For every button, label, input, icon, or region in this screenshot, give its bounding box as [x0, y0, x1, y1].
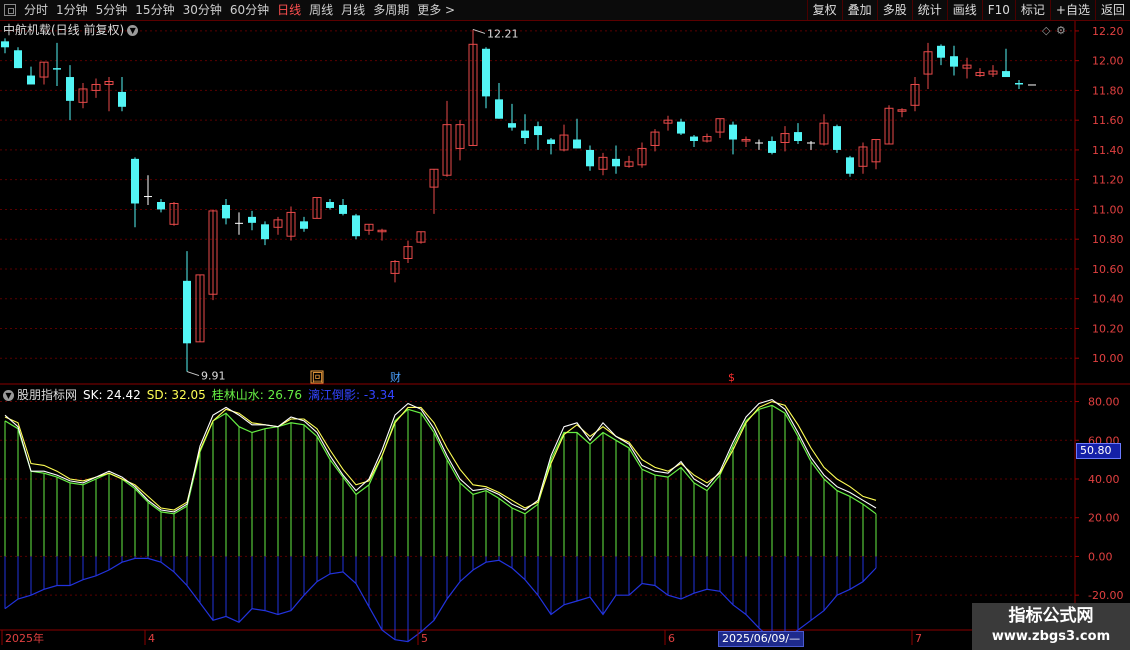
candle-body-down: [339, 204, 347, 214]
price-tick-label: 10.00: [1092, 352, 1124, 365]
price-tick-label: 11.40: [1092, 144, 1124, 157]
candle-body-down: [326, 202, 334, 208]
candle-body-down: [495, 99, 503, 119]
crosshair-date-badge: 2025/06/09/—: [718, 631, 805, 647]
low-label: 9.91: [201, 370, 226, 383]
guilin-line: [4, 404, 877, 515]
indicator-tick-label: -20.00: [1088, 589, 1123, 602]
indicator-tick-label: 80.00: [1088, 396, 1120, 409]
candle-body-down: [534, 126, 542, 136]
candle-body-down: [1028, 84, 1036, 86]
candle-body-down: [222, 204, 230, 219]
candle-body-down: [586, 149, 594, 167]
price-tick-label: 10.60: [1092, 263, 1124, 276]
diamond-icon: ◇: [1042, 24, 1051, 37]
candle-body-down: [14, 50, 22, 69]
event-marker: 财: [390, 370, 401, 384]
price-tick-label: 11.00: [1092, 203, 1124, 216]
candle-body-down: [157, 202, 165, 210]
sd-level-badge: 50.80: [1076, 443, 1121, 459]
candle-body-down: [183, 280, 191, 344]
candle-body-down: [53, 68, 61, 70]
lijiang-value: 漓江倒影: -3.34: [308, 388, 395, 402]
chart-canvas[interactable]: 12.20 12.00 11.80 11.60 11.40 11.20 11.00 10.80…: [0, 0, 1130, 650]
event-marker: $: [728, 371, 735, 384]
event-marker: 回: [312, 371, 323, 384]
candle-body-down: [794, 132, 802, 142]
candle-body-down: [690, 136, 698, 142]
candle-body-down: [508, 123, 516, 128]
watermark: 指标公式网 www.zbgs3.com: [972, 603, 1130, 650]
candle-body-down: [248, 216, 256, 223]
candle-body-down: [352, 215, 360, 237]
candle-body-down: [144, 196, 152, 198]
settings-icon: ⚙: [1056, 24, 1066, 37]
indicator-name: 股朋指标网: [17, 388, 78, 402]
sd-value: SD: 32.05: [146, 388, 206, 402]
chevron-down-icon[interactable]: ▼: [127, 25, 139, 36]
candle-body-down: [1, 41, 9, 48]
watermark-title: 指标公式网: [1008, 606, 1094, 626]
time-label: 7: [915, 632, 922, 645]
candle-body-down: [950, 56, 958, 67]
high-label: 12.21: [487, 27, 519, 40]
candle-body-down: [521, 130, 529, 139]
indicator-tick-label: 20.00: [1088, 512, 1120, 525]
chart-title[interactable]: 中航机载(日线 前复权) ▼: [3, 21, 139, 38]
price-tick-label: 11.80: [1092, 84, 1124, 97]
time-label: 5: [421, 632, 428, 645]
candle-body-down: [1002, 71, 1010, 78]
low-pointer: [186, 371, 200, 377]
lijiang-line: [4, 557, 877, 643]
candle-body-down: [482, 48, 490, 97]
price-tick-label: 11.20: [1092, 174, 1124, 187]
price-tick-label: 12.20: [1092, 25, 1124, 38]
indicator-title[interactable]: ▼ 股朋指标网 SK: 24.42 SD: 32.05 桂林山水: 26.76 漓江倒影:…: [3, 386, 401, 403]
candle-body-down: [1015, 82, 1023, 85]
high-pointer: [472, 28, 486, 34]
candle-body-down: [66, 77, 74, 101]
sk-value: SK: 24.42: [83, 388, 141, 402]
candle-body-down: [573, 139, 581, 149]
indicator-tick-label: 40.00: [1088, 473, 1120, 486]
sk-line: [4, 398, 877, 513]
time-label: 6: [668, 632, 675, 645]
guilin-value: 桂林山水: 26.76: [211, 388, 303, 402]
candle-body-down: [937, 45, 945, 58]
candle-body-down: [27, 75, 35, 85]
candle-body-down: [846, 157, 854, 174]
candle-body-down: [261, 224, 269, 240]
chevron-down-icon[interactable]: ▼: [3, 390, 14, 401]
time-label: 4: [148, 632, 155, 645]
watermark-url: www.zbgs3.com: [991, 629, 1111, 644]
stock-title: 中航机载(日线 前复权): [3, 23, 125, 37]
candle-body-down: [807, 142, 815, 144]
candle-body-down: [833, 126, 841, 150]
candle-body-down: [131, 158, 139, 204]
candle-body-down: [768, 141, 776, 153]
candle-body-down: [677, 121, 685, 134]
price-tick-label: 10.80: [1092, 233, 1124, 246]
candle-body-down: [755, 142, 763, 144]
candle-body-down: [612, 158, 620, 167]
candle-body-down: [235, 222, 243, 224]
indicator-tick-label: 0.00: [1088, 550, 1113, 563]
candle-body-down: [300, 221, 308, 229]
time-label: 2025年: [5, 631, 44, 645]
price-tick-label: 11.60: [1092, 114, 1124, 127]
candle-body-down: [729, 124, 737, 140]
price-tick-label: 10.20: [1092, 322, 1124, 335]
price-tick-label: 10.40: [1092, 293, 1124, 306]
candle-body-down: [118, 91, 126, 107]
price-tick-label: 12.00: [1092, 55, 1124, 68]
candle-body-down: [547, 139, 555, 144]
